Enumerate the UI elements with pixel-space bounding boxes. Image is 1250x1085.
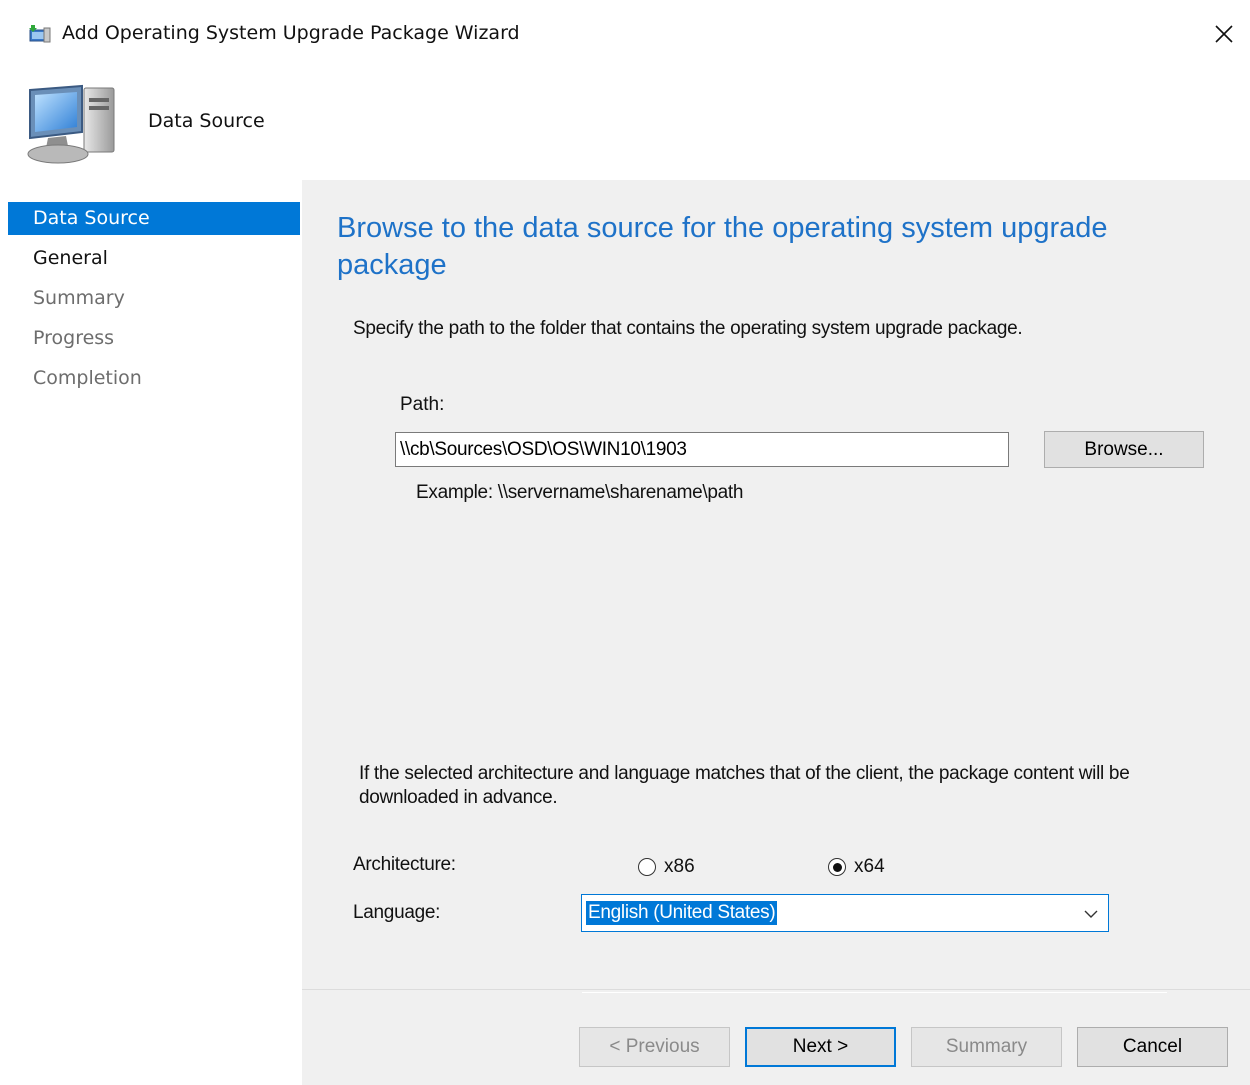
path-label: Path: (400, 394, 445, 415)
path-example: Example: \\servername\sharename\path (416, 482, 744, 503)
window-title: Add Operating System Upgrade Package Wiz… (62, 22, 520, 44)
nav-item-progress: Progress (33, 327, 115, 349)
close-icon (1215, 25, 1233, 43)
architecture-label: Architecture: (353, 854, 456, 875)
page-heading: Browse to the data source for the operat… (337, 212, 1108, 281)
wizard-content: Browse to the data source for the operat… (302, 180, 1250, 1085)
radio-x64-label: x64 (854, 856, 885, 877)
browse-button[interactable]: Browse... (1044, 431, 1204, 468)
language-label: Language: (353, 902, 441, 923)
nav-item-completion: Completion (33, 367, 142, 389)
header-title: Data Source (148, 110, 265, 132)
nav-item-general[interactable]: General (8, 242, 300, 275)
nav-item-summary: Summary (33, 287, 125, 309)
close-button[interactable] (1204, 14, 1244, 54)
radio-x64[interactable]: x64 (828, 856, 885, 878)
radio-x86-label: x86 (664, 856, 695, 877)
architecture-note: If the selected architecture and languag… (359, 763, 1130, 808)
previous-button: < Previous (579, 1027, 730, 1067)
footer-divider-highlight (582, 992, 1167, 993)
language-value: English (United States) (586, 901, 778, 925)
next-button[interactable]: Next > (745, 1027, 896, 1067)
radio-unselected-icon (638, 858, 656, 876)
cancel-button[interactable]: Cancel (1077, 1027, 1228, 1067)
summary-button: Summary (911, 1027, 1062, 1067)
radio-x86[interactable]: x86 (638, 856, 695, 878)
computer-icon (27, 84, 115, 164)
radio-selected-icon (828, 858, 846, 876)
instruction-text: Specify the path to the folder that cont… (353, 318, 1023, 339)
title-bar: Add Operating System Upgrade Package Wiz… (0, 0, 1250, 66)
footer-divider (302, 989, 1250, 990)
chevron-down-icon (1084, 910, 1098, 918)
wizard-window: Add Operating System Upgrade Package Wiz… (0, 0, 1250, 1085)
nav-item-data-source[interactable]: Data Source (8, 202, 300, 235)
language-select[interactable]: English (United States) (581, 894, 1109, 932)
wizard-app-icon (29, 25, 51, 43)
path-input[interactable] (395, 432, 1009, 467)
wizard-header: Data Source (0, 66, 1250, 180)
wizard-steps-nav: Data Source General Summary Progress Com… (0, 180, 302, 1085)
